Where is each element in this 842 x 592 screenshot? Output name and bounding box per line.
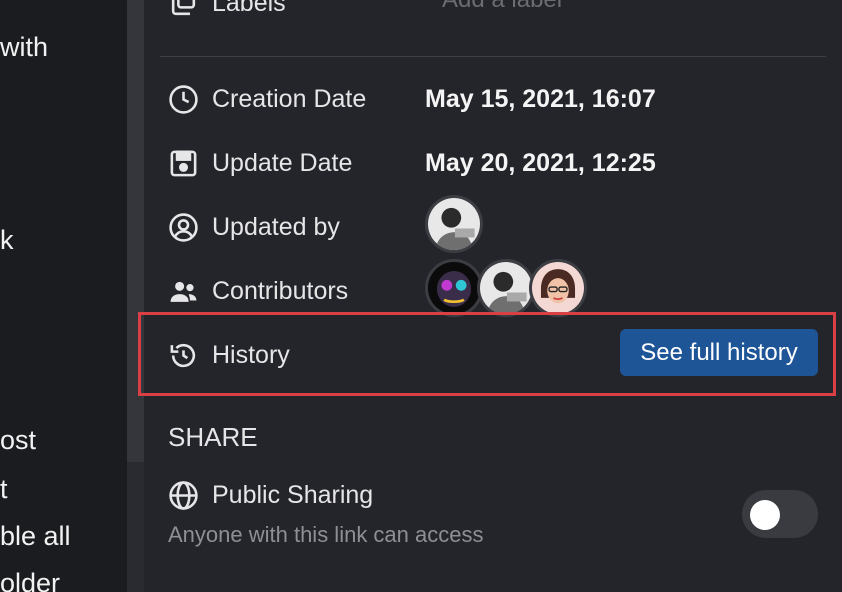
contributors-row: Contributors (168, 274, 348, 308)
save-icon (168, 146, 202, 180)
left-text-fragment: t (0, 474, 8, 504)
public-sharing-label: Public Sharing (212, 480, 374, 509)
left-text-fragment: ble all (0, 521, 71, 551)
clock-icon (168, 82, 202, 116)
avatar[interactable] (477, 259, 535, 317)
public-sharing-description: Anyone with this link can access (168, 522, 484, 547)
public-sharing-row: Public Sharing (168, 478, 373, 512)
scrollbar-track[interactable] (127, 0, 144, 592)
people-icon (168, 274, 202, 308)
contributors-label: Contributors (212, 276, 349, 305)
update-date-label: Update Date (212, 148, 353, 177)
public-sharing-toggle[interactable] (742, 490, 818, 538)
history-icon (168, 338, 202, 372)
updated-by-row: Updated by (168, 210, 340, 244)
share-section-title: SHARE (168, 422, 258, 452)
creation-date-label: Creation Date (212, 84, 367, 113)
updated-by-label: Updated by (212, 212, 340, 241)
history-label: History (212, 340, 290, 369)
avatar[interactable] (425, 195, 483, 253)
left-text-fragment: k (0, 225, 14, 255)
history-row: History (168, 338, 290, 372)
toggle-knob (750, 500, 780, 530)
labels-label: Labels (212, 0, 286, 17)
divider (160, 56, 826, 57)
left-content-pane: with k ost t ble all older (0, 0, 127, 592)
user-circle-icon (168, 210, 202, 244)
see-full-history-button[interactable]: See full history (620, 329, 818, 376)
left-text-fragment: older (0, 568, 61, 592)
details-panel: Labels Add a label Creation Date May 15,… (138, 0, 842, 592)
label-icon (168, 0, 202, 20)
left-text-fragment: ost (0, 425, 37, 455)
creation-date-row: Creation Date (168, 82, 366, 116)
avatar[interactable] (529, 259, 587, 317)
left-text-fragment: with (0, 32, 49, 62)
globe-icon (168, 478, 202, 512)
avatar[interactable] (425, 259, 483, 317)
labels-row: Labels (168, 0, 286, 20)
update-date-value: May 20, 2021, 12:25 (425, 149, 656, 177)
update-date-row: Update Date (168, 146, 352, 180)
add-label-input[interactable]: Add a label (442, 0, 562, 14)
creation-date-value: May 15, 2021, 16:07 (425, 85, 656, 113)
